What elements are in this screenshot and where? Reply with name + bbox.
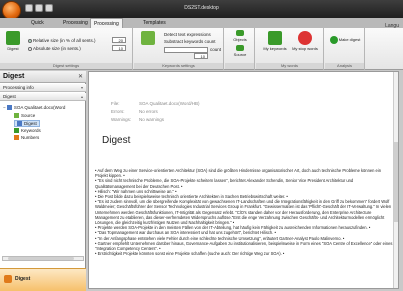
detect-expressions-label[interactable]: Detect text expressions [164,32,211,37]
tab-processing[interactable]: Processing [60,18,91,28]
count-stepper[interactable]: 10 [194,53,208,59]
analysis-group-label: Analysis [325,63,364,69]
panel-title: Digest [3,73,25,80]
panel-footer-digest[interactable]: Digest [0,268,86,291]
digest-icon [6,31,20,45]
digest-settings-group-label: Digest settings [0,63,132,69]
file-label: File: [111,101,120,106]
stop-icon [298,31,312,45]
tree-label: Source [21,113,36,118]
tree-item-document[interactable]: − SOA Qualitaet.docx(Word [3,105,66,111]
tab-quick-start[interactable]: Quick start [28,18,47,36]
my-words-group-label: My words [256,63,323,69]
make-digest-icon [329,36,338,44]
section-label: Digest [3,94,16,99]
digest-paragraph: • Erstrichtigkeit Projekte könnten sonst… [95,251,285,257]
my-stop-words-button[interactable]: My stop words [292,31,318,61]
objects-icon [236,30,244,36]
relative-size-stepper[interactable]: 20 [112,37,126,43]
radio-dot-icon [28,46,32,51]
digest-paragraph: • "Es ist zudem sinnvoll, um die übergre… [95,199,392,226]
errors-value: No errors [139,109,158,114]
tree-label: Keywords [21,128,41,133]
make-digest-label: Make digest [338,37,361,43]
chevron-down-icon: ▾ [80,85,83,90]
absolute-size-radio[interactable]: Absolute size (in sents.) [28,46,81,51]
digest-paragraph: • Gartner empfiehlt Unternehmen darüber … [95,240,393,252]
section-digest[interactable]: Digest ▴ [0,93,86,101]
my-keywords-icon [268,31,282,45]
radio-dot-icon [28,38,32,43]
digest-paragraph: • "Es sind nicht technische Probleme, di… [95,178,354,189]
section-processing-info[interactable]: Processing info ▾ [0,84,86,92]
collapse-icon: − [3,105,6,110]
title-bar: DS2ST.desktop [0,0,403,20]
chevron-up-icon: ▴ [80,94,83,99]
vertical-scrollbar[interactable] [393,72,398,288]
window-title: DS2ST.desktop [184,5,219,11]
my-keywords-button[interactable]: My keywords [262,31,288,61]
keywords-settings-group: Detect text expressions Substract keywor… [134,28,224,70]
tree-label: Digest [24,121,37,126]
panel-header: Digest ✕ [0,71,86,83]
make-digest-button[interactable]: Make digest [328,36,362,50]
errors-label: Errors: [111,109,125,114]
tree-label: Numbers [21,135,40,140]
document-view: File: SOA Qualitaet.docx(Word/HB) Errors… [88,71,399,289]
keywords-settings-button[interactable] [136,31,160,61]
scrollbar-thumb[interactable] [394,142,398,222]
source-group: Objects Source [225,28,255,70]
tab-templates[interactable]: Templates [140,18,169,28]
ribbon: Digest Relative size (in % of all sents.… [0,28,403,70]
relative-size-label: Relative size (in % of all sents.) [33,38,96,43]
warnings-value: No warnings [139,117,165,122]
keywords-settings-group-label: Keywords settings [134,63,223,69]
scrollbar-thumb[interactable] [8,257,74,260]
tree-item-keywords[interactable]: Keywords [14,128,41,134]
checkmark-icon [141,31,155,45]
panel-close-icon[interactable]: ✕ [78,73,83,80]
warnings-label: Warnings: [111,117,132,122]
relative-size-radio[interactable]: Relative size (in % of all sents.) [28,38,96,43]
absolute-size-stepper[interactable]: 10 [112,45,126,51]
digest-footer-icon [4,275,12,283]
digest-settings-group: Digest Relative size (in % of all sents.… [0,28,133,70]
substract-keywords-label[interactable]: Substract keywords count [164,39,216,44]
digest-button[interactable]: Digest [2,31,24,61]
tree-label: SOA Qualitaet.docx(Word [13,105,66,110]
tree-item-source[interactable]: Source [14,113,36,119]
absolute-size-label: Absolute size (in sents.) [33,46,81,51]
digest-side-panel: Digest ✕ Processing info ▾ Digest ▴ − SO… [0,71,86,291]
numbers-icon [14,135,19,141]
document-body: • Auf dem Weg zu einer Service-orientier… [95,168,393,256]
source-icon [14,113,19,119]
digest-icon [17,121,22,127]
document-icon [6,105,12,111]
digest-button-label: Digest [7,46,19,51]
count-label: count [210,47,222,52]
my-words-group: My keywords My stop words My words [256,28,324,70]
digest-paragraph: • Auf dem Weg zu einer Service-orientier… [95,168,382,179]
my-stop-words-label: My stop words [292,46,318,51]
file-value: SOA Qualitaet.docx(Word/HB) [139,101,200,106]
source-button[interactable]: Source [229,45,251,59]
my-keywords-label: My keywords [263,46,287,51]
keywords-icon [14,128,19,134]
objects-label: Objects [233,37,247,42]
tree-item-numbers[interactable]: Numbers [14,135,40,141]
footer-label: Digest [15,276,31,282]
section-label: Processing info [3,85,34,90]
horizontal-scrollbar[interactable] [2,256,84,261]
source-icon [236,45,244,51]
tree-item-digest[interactable]: Digest [14,120,40,128]
document-title: Digest [102,135,131,146]
source-label: Source [233,52,247,57]
tab-processing-settings[interactable]: Processing settings [90,18,123,37]
analysis-group: Make digest Analysis [325,28,365,70]
source-group-label [225,63,254,69]
objects-button[interactable]: Objects [229,30,251,44]
